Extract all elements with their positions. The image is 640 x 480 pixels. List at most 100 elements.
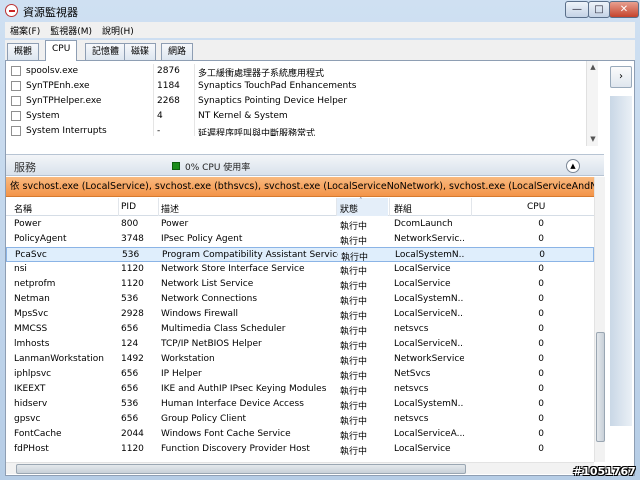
service-group: LocalService bbox=[394, 279, 451, 289]
horizontal-scroll-thumb[interactable] bbox=[16, 464, 466, 474]
service-description: Power bbox=[161, 219, 189, 229]
vertical-scroll-thumb[interactable] bbox=[596, 332, 605, 442]
column-header-description[interactable]: 描述 bbox=[161, 202, 179, 215]
process-checkbox[interactable] bbox=[11, 66, 21, 76]
service-description: Network Store Interface Service bbox=[161, 264, 305, 274]
table-row[interactable]: LanmanWorkstation 1492 Workstation 執行中 Netwo… bbox=[6, 352, 594, 367]
scroll-down-icon[interactable]: ▼ bbox=[587, 133, 599, 145]
table-row[interactable]: IKEEXT 656 IKE and AuthIP IPsec Keying Mod… bbox=[6, 382, 594, 397]
process-checkbox[interactable] bbox=[11, 126, 21, 136]
scroll-up-icon[interactable]: ▲ bbox=[587, 61, 599, 73]
service-description: Program Compatibility Assistant Service bbox=[162, 250, 338, 260]
table-row[interactable]: MMCSS 656 Multimedia Class Scheduler 執行中 net… bbox=[6, 322, 594, 337]
service-description: Network Connections bbox=[161, 294, 258, 304]
process-checkbox[interactable] bbox=[11, 81, 21, 91]
services-title: 服務 bbox=[14, 161, 36, 174]
services-vertical-scrollbar[interactable] bbox=[594, 177, 605, 462]
service-status: 執行中 bbox=[340, 267, 368, 277]
service-group: LocalSystemN... bbox=[395, 250, 465, 260]
column-divider bbox=[389, 198, 390, 216]
table-row[interactable]: Netman 536 Network Connections 執行中 LocalSyst… bbox=[6, 292, 594, 307]
service-description: IP Helper bbox=[161, 369, 202, 379]
services-section-header[interactable]: 服務 0% CPU 使用率 ▲ bbox=[6, 154, 604, 176]
resource-monitor-window: 資源監視器 — □ ✕ 檔案(F) 監視器(M) 說明(H) 概觀 CPU 記憶… bbox=[0, 0, 640, 480]
process-row[interactable]: System Interrupts - 延遲程序呼叫與中斷服務常式 bbox=[6, 124, 586, 136]
column-header-cpu[interactable]: CPU bbox=[527, 202, 545, 212]
table-row[interactable]: netprofm 1120 Network List Service 執行中 Local… bbox=[6, 277, 594, 292]
service-cpu: 0 bbox=[538, 324, 544, 334]
service-status: 執行中 bbox=[340, 342, 368, 352]
service-group: netsvcs bbox=[394, 324, 429, 334]
title-bar[interactable]: 資源監視器 — □ ✕ bbox=[0, 0, 640, 22]
column-divider bbox=[336, 198, 337, 216]
process-row[interactable]: SynTPEnh.exe 1184 Synaptics TouchPad Enh… bbox=[6, 79, 586, 94]
process-name: spoolsv.exe bbox=[26, 66, 79, 76]
menu-monitor[interactable]: 監視器(M) bbox=[50, 24, 92, 37]
service-name: nsi bbox=[14, 264, 27, 274]
service-name: netprofm bbox=[14, 279, 56, 289]
process-pid: - bbox=[157, 126, 161, 136]
table-row[interactable]: Power 800 Power 執行中 DcomLaunch 0 bbox=[6, 217, 594, 232]
close-button[interactable]: ✕ bbox=[609, 1, 639, 18]
services-horizontal-scrollbar[interactable] bbox=[6, 462, 594, 474]
minimize-button[interactable]: — bbox=[565, 1, 589, 18]
services-table-header: ˆ 名稱 PID 描述 狀態 群組 CPU bbox=[6, 197, 594, 216]
process-row[interactable]: spoolsv.exe 2876 多工緩衝處理器子系統應用程式 bbox=[6, 64, 586, 79]
column-header-name[interactable]: 名稱 bbox=[14, 202, 32, 215]
column-header-status[interactable]: 狀態 bbox=[340, 202, 358, 215]
tab-network[interactable]: 網路 bbox=[161, 43, 194, 60]
table-row[interactable]: MpsSvc 2928 Windows Firewall 執行中 LocalServic… bbox=[6, 307, 594, 322]
tab-memory[interactable]: 記憶體 bbox=[85, 43, 127, 60]
service-group: netsvcs bbox=[394, 414, 429, 424]
service-pid: 536 bbox=[121, 399, 139, 409]
service-description: IPsec Policy Agent bbox=[161, 234, 243, 244]
service-group: LocalSystemN... bbox=[394, 399, 464, 409]
menu-help[interactable]: 說明(H) bbox=[102, 24, 134, 37]
process-row[interactable]: System 4 NT Kernel & System bbox=[6, 109, 586, 124]
process-description: Synaptics TouchPad Enhancements bbox=[198, 81, 357, 91]
collapse-section-button[interactable]: ▲ bbox=[566, 159, 580, 173]
table-row-selected[interactable]: PcaSvc 536 Program Compatibility Assistant… bbox=[6, 247, 594, 263]
table-row[interactable]: nsi 1120 Network Store Interface Service 執行… bbox=[6, 262, 594, 277]
service-description: Workstation bbox=[161, 354, 215, 364]
process-checkbox[interactable] bbox=[11, 96, 21, 106]
table-row[interactable]: gpsvc 656 Group Policy Client 執行中 netsvcs 0 bbox=[6, 412, 594, 427]
tab-disk[interactable]: 磁碟 bbox=[124, 43, 157, 60]
process-checkbox[interactable] bbox=[11, 111, 21, 121]
table-row[interactable]: lmhosts 124 TCP/IP NetBIOS Helper 執行中 LocalS… bbox=[6, 337, 594, 352]
service-cpu: 0 bbox=[538, 369, 544, 379]
service-pid: 1120 bbox=[121, 279, 144, 289]
tab-overview[interactable]: 概觀 bbox=[7, 43, 40, 60]
table-row[interactable]: FontCache 2044 Windows Font Cache Service 執… bbox=[6, 427, 594, 442]
column-header-group[interactable]: 群組 bbox=[394, 202, 412, 215]
table-row[interactable]: hidserv 536 Human Interface Device Access 執… bbox=[6, 397, 594, 412]
service-description: IKE and AuthIP IPsec Keying Modules bbox=[161, 384, 327, 394]
service-name: LanmanWorkstation bbox=[14, 354, 104, 364]
sort-ascending-icon: ˆ bbox=[359, 197, 363, 205]
service-pid: 1120 bbox=[121, 444, 144, 454]
table-row[interactable]: iphlpsvc 656 IP Helper 執行中 NetSvcs 0 bbox=[6, 367, 594, 382]
column-header-pid[interactable]: PID bbox=[121, 202, 136, 212]
service-pid: 3748 bbox=[121, 234, 144, 244]
service-status: 執行中 bbox=[340, 297, 368, 307]
service-cpu: 0 bbox=[538, 384, 544, 394]
expand-graph-button[interactable]: › bbox=[610, 66, 632, 88]
service-pid: 124 bbox=[121, 339, 139, 349]
service-name: gpsvc bbox=[14, 414, 41, 424]
service-pid: 2928 bbox=[121, 309, 144, 319]
service-cpu: 0 bbox=[538, 339, 544, 349]
table-row[interactable]: PolicyAgent 3748 IPsec Policy Agent 執行中 Netw… bbox=[6, 232, 594, 247]
service-pid: 2044 bbox=[121, 429, 144, 439]
service-group: LocalServiceN... bbox=[394, 339, 464, 349]
maximize-button[interactable]: □ bbox=[588, 1, 610, 18]
service-cpu: 0 bbox=[538, 354, 544, 364]
process-scrollbar[interactable]: ▲ ▼ bbox=[586, 61, 598, 146]
service-status: 執行中 bbox=[340, 402, 368, 412]
tab-cpu[interactable]: CPU bbox=[45, 40, 78, 61]
service-description: Function Discovery Provider Host bbox=[161, 444, 310, 454]
menu-file[interactable]: 檔案(F) bbox=[10, 24, 40, 37]
table-row[interactable]: fdPHost 1120 Function Discovery Provider H… bbox=[6, 442, 594, 457]
service-pid: 1120 bbox=[121, 264, 144, 274]
process-row[interactable]: SynTPHelper.exe 2268 Synaptics Pointing … bbox=[6, 94, 586, 109]
service-cpu: 0 bbox=[538, 414, 544, 424]
